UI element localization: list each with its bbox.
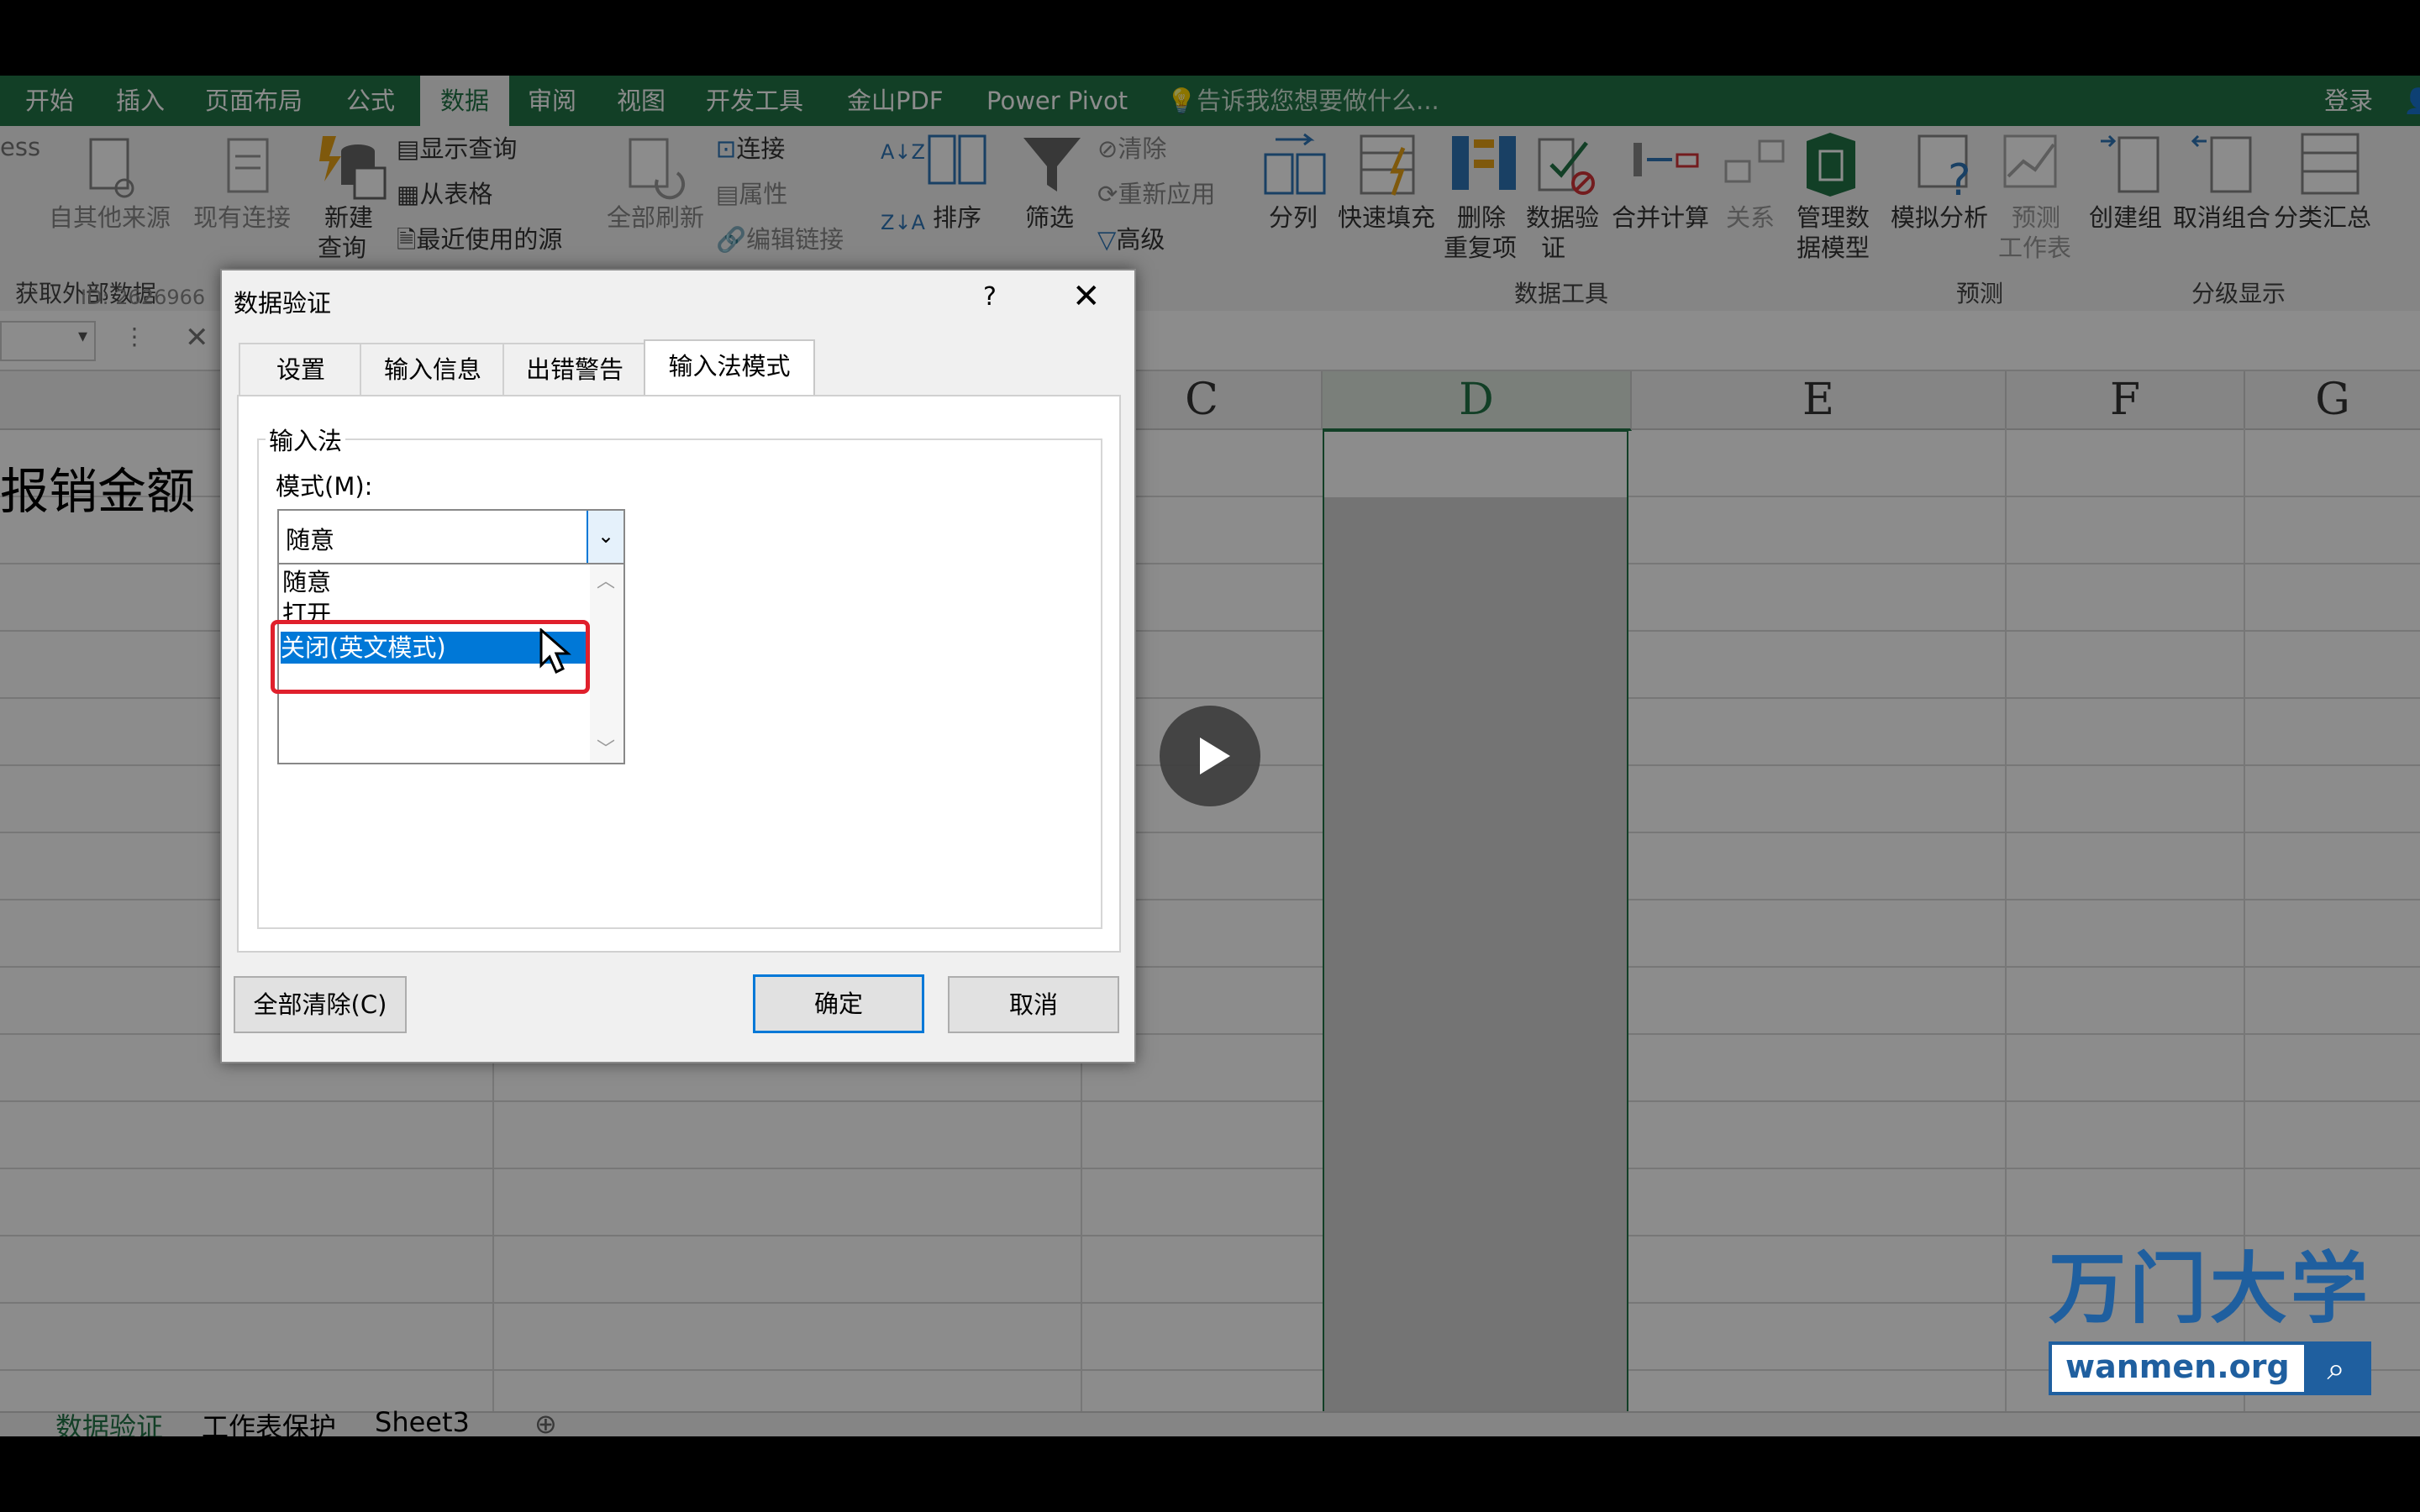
tab-settings[interactable]: 设置 (239, 343, 363, 395)
dialog-panel: 输入法 模式(M): 随意 ⌄ 随意 打开 关闭(英文模式) ︿ ﹀ (237, 395, 1121, 953)
scroll-down-icon[interactable]: ﹀ (597, 734, 615, 761)
excel-window: 开始 插入 页面布局 公式 数据 审阅 视图 开发工具 金山PDF Power … (0, 76, 2420, 1436)
cancel-button[interactable]: 取消 (948, 976, 1119, 1033)
mode-label: 模式(M): (276, 472, 373, 501)
ok-button[interactable]: 确定 (753, 974, 924, 1033)
dropdown-scrollbar[interactable]: ︿ ﹀ (590, 564, 623, 763)
mode-select-value: 随意 (286, 526, 335, 554)
data-validation-dialog: 数据验证 ? ✕ 设置 输入信息 出错警告 输入法模式 输入法 模式(M): 随… (220, 269, 1136, 1063)
watermark-brand: 万门大学 (2049, 1244, 2372, 1334)
scroll-up-icon[interactable]: ︿ (597, 566, 615, 593)
watermark-url: wanmen.org (2065, 1348, 2290, 1385)
clear-all-button[interactable]: 全部清除(C) (234, 976, 407, 1033)
tab-ime-mode[interactable]: 输入法模式 (644, 339, 815, 400)
ime-group-label: 输入法 (266, 422, 346, 457)
watermark-url-box: wanmen.org ⌕ (2049, 1341, 2371, 1395)
close-icon[interactable]: ✕ (1072, 277, 1101, 316)
tab-error-alert[interactable]: 出错警告 (502, 343, 647, 395)
wanmen-watermark: 万门大学 wanmen.org ⌕ (2049, 1247, 2371, 1395)
option-on[interactable]: 打开 (282, 598, 585, 620)
mode-select[interactable]: 随意 ⌄ (277, 509, 625, 564)
option-any[interactable]: 随意 (282, 566, 585, 598)
search-icon: ⌕ (2304, 1345, 2368, 1392)
play-icon (1200, 738, 1230, 774)
play-button[interactable] (1160, 706, 1260, 806)
tab-input-message[interactable]: 输入信息 (360, 343, 506, 395)
help-icon[interactable]: ? (983, 282, 997, 312)
chevron-down-icon[interactable]: ⌄ (587, 511, 623, 563)
dialog-title: 数据验证 (234, 289, 332, 318)
mouse-cursor-icon (539, 628, 571, 675)
